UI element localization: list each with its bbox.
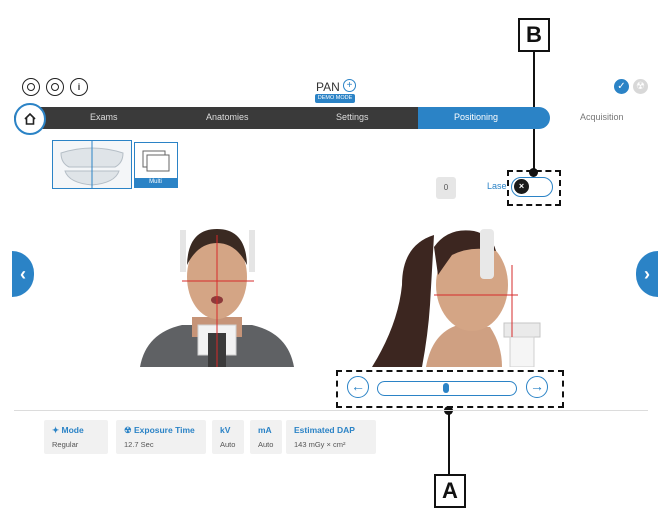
right-arrow-button[interactable]: → [526,376,548,398]
patient-front-view [140,229,294,367]
reset-button[interactable]: 0 [436,177,456,199]
demo-badge: DEMO MODE [315,94,355,103]
dap-title: Estimated DAP [294,425,355,435]
dap-value: 143 mGy × cm² [294,440,346,449]
radiation-icon: ☢ [124,425,134,435]
home-icon [24,112,36,125]
settings-icon[interactable] [46,78,64,96]
mode-card: ✦ Mode Regular [44,420,108,454]
exposure-card: ☢ Exposure Time 12.7 Sec [116,420,206,454]
page-title: PAN [316,80,340,94]
dentition-icon [60,141,124,188]
next-arrow-button[interactable]: › [636,251,658,297]
laser-toggle[interactable]: × [511,177,553,197]
divider [14,410,648,411]
tab-acquisition[interactable]: Acquisition [580,112,624,122]
mode-value: Regular [52,440,79,449]
home-button[interactable] [14,103,46,135]
callout-a-line [448,412,450,474]
check-icon: ✓ [614,79,629,94]
exposure-title: Exposure Time [133,425,195,435]
ma-value: Auto [258,440,274,449]
kv-title: kV [220,425,231,435]
slider-handle[interactable] [443,383,449,393]
left-arrow-button[interactable]: ← [347,376,369,398]
previous-arrow-button[interactable]: ‹ [12,251,34,297]
tab-settings[interactable]: Settings [336,112,369,122]
patient-side-view [372,229,541,367]
laser-label: Lase [487,181,507,191]
radiation-icon: ☢ [633,79,648,94]
callout-a: A [434,474,466,508]
eye-icon[interactable] [22,78,40,96]
tab-exams[interactable]: Exams [90,112,118,122]
ma-card: mA Auto [250,420,282,454]
info-icon[interactable]: i [70,78,88,96]
kv-card: kV Auto [212,420,244,454]
plus-icon[interactable]: + [343,79,356,92]
ma-title: mA [258,425,272,435]
pan-thumbnail[interactable] [52,140,132,189]
multi-label: Multi [134,178,177,187]
close-icon: × [514,179,529,194]
workflow-nav: Exams Anatomies Settings Positioning Acq… [14,107,648,129]
tab-positioning[interactable]: Positioning [454,112,498,122]
mode-title: Mode [61,425,84,435]
layers-icon [142,150,170,172]
callout-b: B [518,18,550,52]
dap-card: Estimated DAP 143 mGy × cm² [286,420,376,454]
tab-anatomies[interactable]: Anatomies [206,112,249,122]
kv-value: Auto [220,440,236,449]
exposure-value: 12.7 Sec [124,440,154,449]
